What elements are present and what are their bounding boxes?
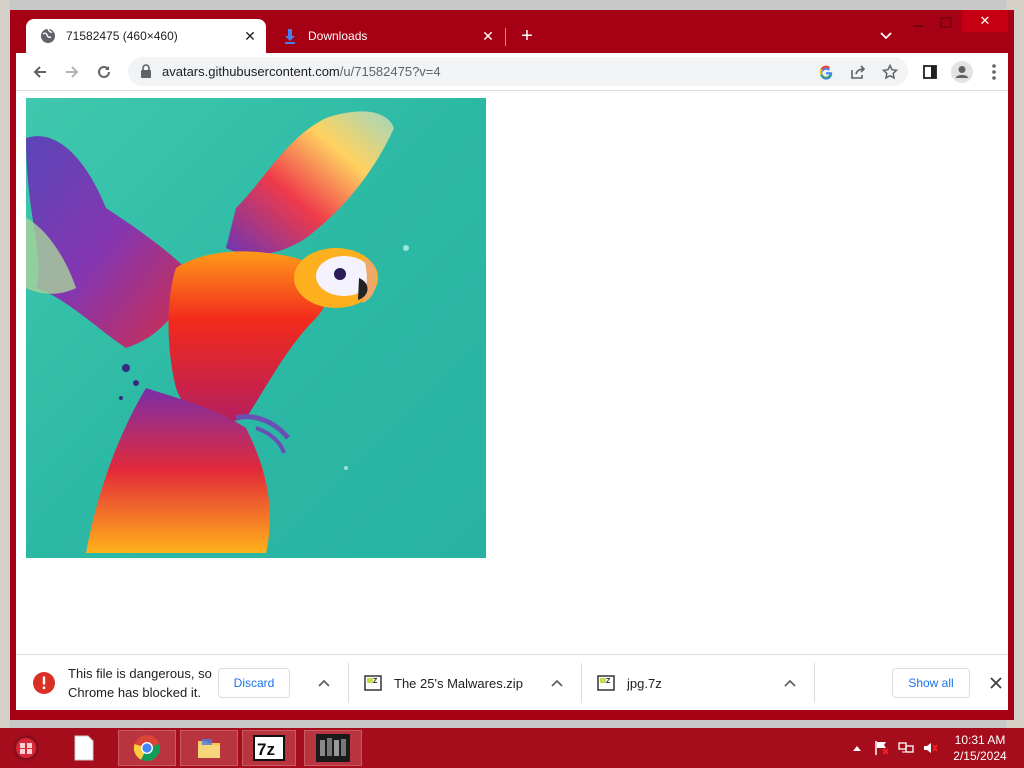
lock-icon[interactable] bbox=[140, 64, 154, 78]
clock-date: 2/15/2024 bbox=[953, 749, 1007, 763]
minimize-button[interactable] bbox=[908, 14, 928, 32]
tab-strip: 71582475 (460×460) ✕ Downloads ✕ + ✕ bbox=[10, 10, 1014, 53]
discard-button[interactable]: Discard bbox=[218, 668, 290, 698]
shelf-divider bbox=[348, 663, 349, 703]
bookmark-star-icon[interactable] bbox=[878, 60, 902, 84]
browser-toolbar: avatars.githubusercontent.com/u/71582475… bbox=[16, 53, 1008, 90]
tab-title: 71582475 (460×460) bbox=[66, 29, 178, 43]
parrot-image[interactable] bbox=[26, 98, 486, 558]
taskbar-notepad[interactable] bbox=[60, 730, 108, 766]
tab-search-chevron-icon[interactable] bbox=[874, 24, 898, 48]
image-thumbnail-icon bbox=[316, 734, 350, 762]
show-all-button[interactable]: Show all bbox=[892, 668, 970, 698]
arrow-right-icon bbox=[66, 66, 79, 78]
download-item[interactable]: Z The 25's Malwares.zip bbox=[364, 655, 554, 711]
document-icon bbox=[74, 735, 94, 761]
svg-text:7z: 7z bbox=[257, 740, 275, 759]
chevron-up-icon[interactable] bbox=[780, 673, 800, 693]
start-orb-icon bbox=[13, 735, 39, 761]
url-host: avatars.githubusercontent.com bbox=[162, 64, 340, 79]
forward-button[interactable] bbox=[58, 58, 86, 86]
avatar-icon bbox=[951, 61, 973, 83]
google-lens-icon[interactable] bbox=[814, 60, 838, 84]
reload-button[interactable] bbox=[90, 58, 118, 86]
clock-time: 10:31 AM bbox=[954, 733, 1006, 747]
url-text[interactable]: avatars.githubusercontent.com/u/71582475… bbox=[162, 64, 441, 79]
danger-icon bbox=[32, 671, 56, 695]
browser-window: 71582475 (460×460) ✕ Downloads ✕ + ✕ ava… bbox=[10, 10, 1014, 720]
share-icon[interactable] bbox=[846, 60, 870, 84]
new-tab-button[interactable]: + bbox=[515, 24, 539, 48]
shelf-divider bbox=[581, 663, 582, 703]
address-bar[interactable]: avatars.githubusercontent.com/u/71582475… bbox=[128, 57, 908, 86]
taskbar-media-app[interactable] bbox=[304, 730, 362, 766]
desktop-edge-left bbox=[0, 0, 10, 728]
svg-text:Z: Z bbox=[373, 678, 378, 685]
download-icon bbox=[282, 28, 298, 44]
blocked-message-line2: Chrome has blocked it. bbox=[68, 685, 201, 700]
show-hidden-icons-button[interactable] bbox=[850, 728, 864, 768]
kebab-menu-icon bbox=[992, 64, 996, 80]
shelf-divider bbox=[814, 663, 815, 703]
tab-downloads[interactable]: Downloads ✕ bbox=[268, 19, 504, 53]
close-tab-icon[interactable]: ✕ bbox=[478, 26, 498, 46]
taskbar-explorer[interactable] bbox=[180, 730, 238, 766]
tab-image[interactable]: 71582475 (460×460) ✕ bbox=[26, 19, 266, 53]
folder-icon bbox=[198, 739, 220, 758]
maximize-button[interactable] bbox=[936, 14, 956, 32]
globe-icon bbox=[40, 28, 56, 44]
close-shelf-icon[interactable] bbox=[986, 673, 1006, 693]
network-icon[interactable] bbox=[896, 728, 916, 768]
action-center-flag-icon[interactable] bbox=[872, 728, 892, 768]
download-filename: The 25's Malwares.zip bbox=[394, 675, 523, 691]
parrot-illustration bbox=[26, 98, 486, 558]
reload-icon bbox=[98, 65, 110, 78]
chrome-icon bbox=[133, 735, 160, 762]
url-path: /u/71582475?v=4 bbox=[339, 64, 441, 79]
download-item[interactable]: Z jpg.7z bbox=[597, 655, 787, 711]
chevron-up-icon[interactable] bbox=[314, 673, 334, 693]
profile-button[interactable] bbox=[948, 58, 976, 86]
close-window-button[interactable]: ✕ bbox=[962, 10, 1008, 32]
side-panel-button[interactable] bbox=[916, 58, 944, 86]
menu-button[interactable] bbox=[980, 58, 1008, 86]
download-filename: jpg.7z bbox=[627, 675, 662, 691]
blocked-message-line1: This file is dangerous, so bbox=[68, 666, 212, 681]
taskbar-7zip[interactable]: 7z bbox=[242, 730, 296, 766]
side-panel-icon bbox=[923, 65, 937, 79]
tab-title: Downloads bbox=[308, 29, 368, 43]
system-clock[interactable]: 10:31 AM 2/15/2024 bbox=[944, 732, 1016, 764]
7zip-icon: 7z bbox=[253, 735, 285, 761]
svg-text:Z: Z bbox=[606, 678, 611, 685]
chevron-up-icon[interactable] bbox=[547, 673, 567, 693]
page-content bbox=[16, 90, 1008, 654]
archive-icon: Z bbox=[597, 674, 615, 692]
blocked-message: This file is dangerous, so Chrome has bl… bbox=[68, 664, 212, 702]
start-button[interactable] bbox=[4, 730, 48, 766]
arrow-left-icon bbox=[33, 66, 46, 78]
back-button[interactable] bbox=[26, 58, 54, 86]
download-shelf: This file is dangerous, so Chrome has bl… bbox=[16, 654, 1008, 710]
volume-muted-icon[interactable] bbox=[920, 728, 940, 768]
taskbar: 7z 10:31 AM 2/15/2024 bbox=[0, 728, 1024, 768]
archive-icon: Z bbox=[364, 674, 382, 692]
vertical-scrollbar[interactable] bbox=[1002, 91, 1008, 654]
close-tab-icon[interactable]: ✕ bbox=[240, 26, 260, 46]
taskbar-chrome[interactable] bbox=[118, 730, 176, 766]
tab-separator bbox=[505, 28, 506, 46]
